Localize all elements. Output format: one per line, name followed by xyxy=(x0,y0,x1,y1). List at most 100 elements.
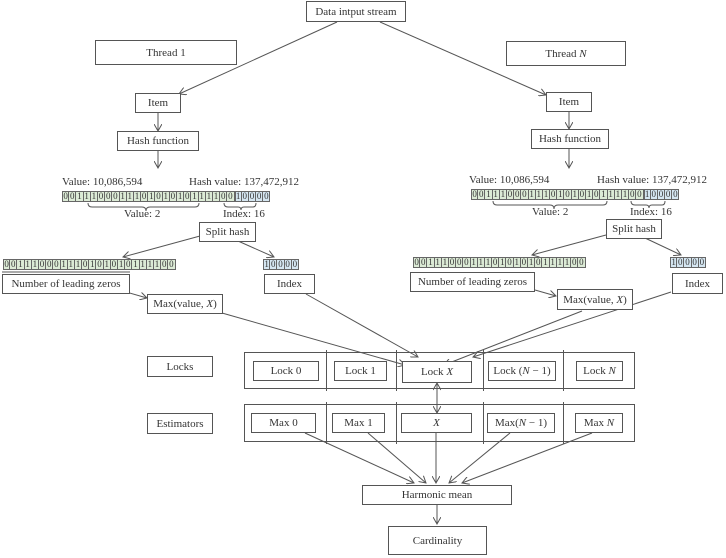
value-bit: 1 xyxy=(148,191,156,202)
item-label: Item xyxy=(147,97,169,109)
split-hash-label: Split hash xyxy=(612,223,656,235)
value-bit: 1 xyxy=(485,189,493,200)
max-label: Max(value, X) xyxy=(563,293,627,306)
value-bit: 1 xyxy=(535,189,543,200)
lock-1: Lock 1 xyxy=(334,361,387,381)
lock-n-minus-1: Lock (N − 1) xyxy=(488,361,556,381)
thread-n-hash-bits: 001110001110101010111100 10000 xyxy=(471,189,680,200)
leading-zeros-label: Number of leading zeros xyxy=(11,278,121,290)
value-bit: 1 xyxy=(556,257,564,268)
value-bit: 1 xyxy=(470,257,478,268)
index-bit: 0 xyxy=(248,191,257,202)
index-label: Index xyxy=(684,277,711,290)
thread-1-index-bits: 10000 xyxy=(263,259,299,270)
thread-n-index-box: Index xyxy=(672,273,723,294)
split-hash-label: Split hash xyxy=(205,226,250,238)
value-bit: 1 xyxy=(177,191,185,202)
value-bit: 0 xyxy=(578,189,586,200)
hash-function-label: Hash function xyxy=(126,135,189,147)
index-bit: 0 xyxy=(677,257,685,268)
value-bit: 0 xyxy=(96,259,104,270)
thread-n-value-bits: 001110001110101010111100 xyxy=(413,257,586,268)
value-bit: 0 xyxy=(520,257,528,268)
thread-n-item-box: Item xyxy=(546,92,592,112)
estimators-label: Estimators xyxy=(156,417,204,430)
lock-n: Lock N xyxy=(576,361,623,381)
max-1-label: Max 1 xyxy=(344,417,373,429)
index-bit: 0 xyxy=(672,189,680,200)
value-bit: 0 xyxy=(571,257,579,268)
value-bit: 1 xyxy=(542,189,551,200)
thread-n-hash-function-box: Hash function xyxy=(531,129,609,149)
thread-1-value-label: Value: 10,086,594 xyxy=(62,176,143,188)
value-bit: 1 xyxy=(60,259,68,270)
thread-1-item-box: Item xyxy=(135,93,181,113)
value-bit: 0 xyxy=(456,257,464,268)
index-label: Index xyxy=(276,278,303,290)
hash-function-label: Hash function xyxy=(538,133,601,145)
index-bit: 0 xyxy=(256,191,264,202)
thread-n-value-label: Value: 10,086,594 xyxy=(469,174,550,186)
index-bit: 0 xyxy=(684,257,692,268)
value-bit: 0 xyxy=(10,259,18,270)
index-bit: 0 xyxy=(691,257,699,268)
thread-n-value-brace-label: Value: 2 xyxy=(532,206,569,218)
value-bit: 0 xyxy=(227,191,235,202)
value-bit: 1 xyxy=(427,257,435,268)
index-bit: 0 xyxy=(291,259,299,270)
index-bit: 0 xyxy=(665,189,673,200)
value-bit: 1 xyxy=(90,191,98,202)
value-bit: 1 xyxy=(563,257,572,268)
value-bit: 1 xyxy=(484,257,493,268)
lock-0: Lock 0 xyxy=(253,361,319,381)
value-bit: 0 xyxy=(53,259,61,270)
value-bit: 0 xyxy=(112,191,120,202)
index-bit: 1 xyxy=(670,257,678,268)
thread-n-index-brace-label: Index: 16 xyxy=(630,206,672,218)
max-n: Max N xyxy=(575,413,623,433)
thread-1-split-hash-box: Split hash xyxy=(199,222,256,242)
value-bit: 0 xyxy=(629,189,637,200)
value-bit: 1 xyxy=(146,259,154,270)
value-bit: 0 xyxy=(169,191,177,202)
thread-1-label: Thread 1 xyxy=(146,46,186,59)
value-bit: 1 xyxy=(67,259,75,270)
max-n-minus-1: Max(N − 1) xyxy=(487,413,555,433)
value-bit: 1 xyxy=(103,259,111,270)
value-bit: 0 xyxy=(69,191,77,202)
data-input-stream-label: Data intput stream xyxy=(315,5,397,18)
value-bit: 1 xyxy=(205,191,213,202)
value-bit: 1 xyxy=(513,257,521,268)
value-bit: 0 xyxy=(506,257,514,268)
value-bit: 1 xyxy=(139,259,147,270)
index-bit: 0 xyxy=(263,191,271,202)
value-bit: 1 xyxy=(24,259,32,270)
value-bit: 0 xyxy=(535,257,543,268)
value-bit: 0 xyxy=(578,257,586,268)
lock-n-minus-1-label: Lock (N − 1) xyxy=(493,365,551,377)
value-bit: 1 xyxy=(126,191,134,202)
value-bit: 0 xyxy=(184,191,192,202)
value-bit: 0 xyxy=(38,259,47,270)
lock-0-label: Lock 0 xyxy=(270,365,302,377)
value-bit: 0 xyxy=(62,191,70,202)
value-bit: 1 xyxy=(600,189,608,200)
value-bit: 0 xyxy=(97,191,106,202)
value-bit: 1 xyxy=(528,257,536,268)
lock-n-label: Lock N xyxy=(583,365,616,377)
value-bit: 0 xyxy=(463,257,471,268)
value-bit: 0 xyxy=(420,257,428,268)
value-bit: 1 xyxy=(434,257,442,268)
value-bit: 1 xyxy=(586,189,594,200)
value-bit: 0 xyxy=(636,189,644,200)
index-bit: 0 xyxy=(284,259,292,270)
value-bit: 0 xyxy=(413,257,421,268)
index-bit: 1 xyxy=(234,191,242,202)
estimators-label-box: Estimators xyxy=(147,413,213,434)
value-bit: 0 xyxy=(506,189,515,200)
value-bit: 1 xyxy=(571,189,579,200)
value-bit: 1 xyxy=(212,191,221,202)
value-bit: 0 xyxy=(82,259,90,270)
max-1: Max 1 xyxy=(332,413,385,433)
thread-1-index-brace-label: Index: 16 xyxy=(223,208,265,220)
